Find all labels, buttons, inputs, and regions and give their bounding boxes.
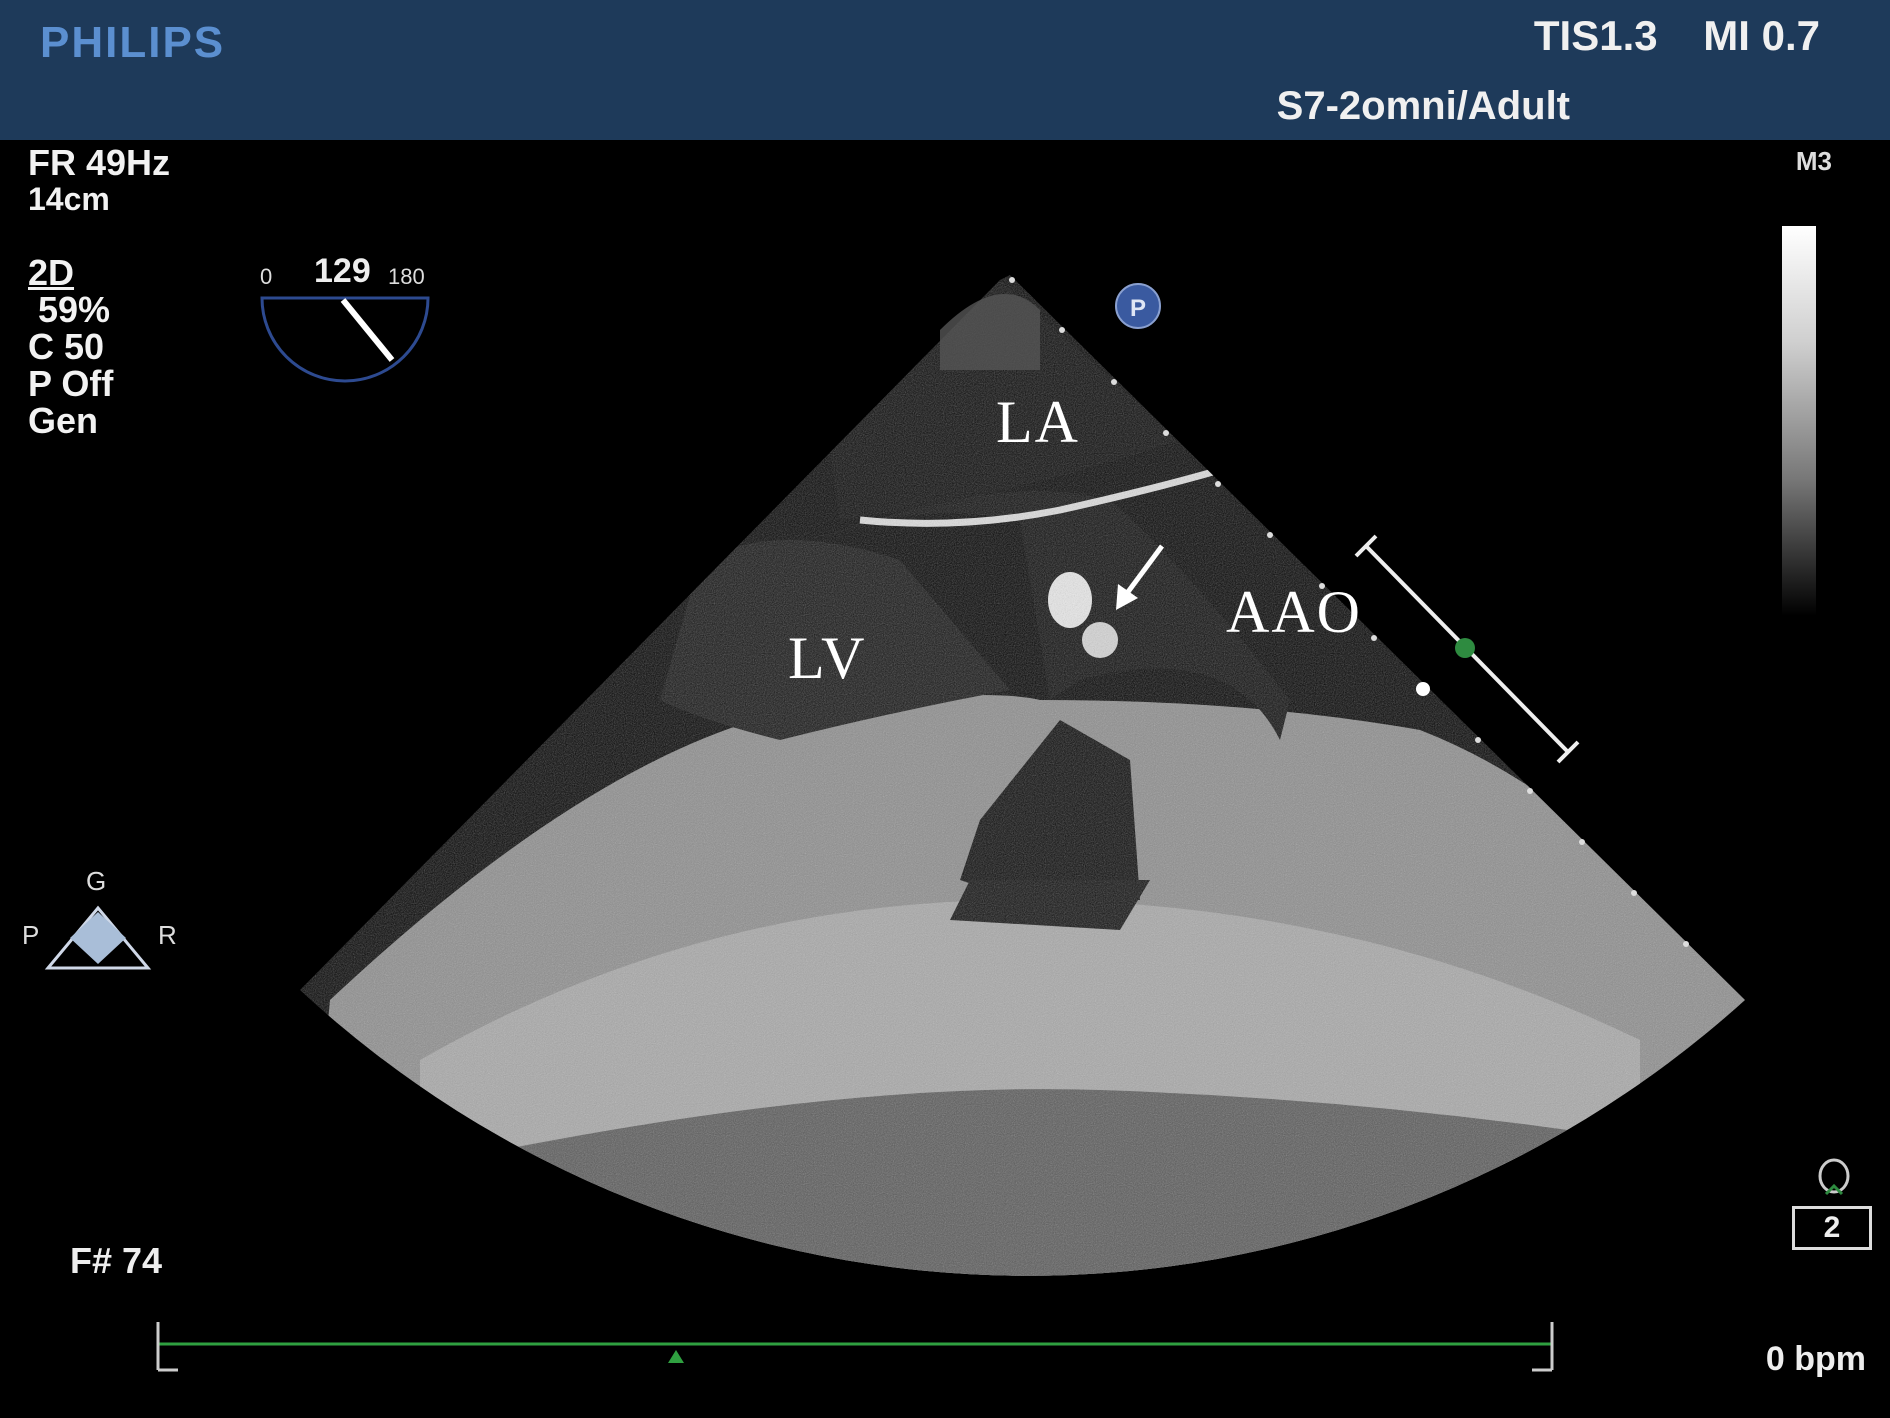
ultrasound-image: P	[44, 275, 1850, 1372]
angle-value: 129	[314, 252, 371, 290]
angle-gauge	[260, 296, 430, 383]
persistence: P Off	[28, 363, 114, 404]
p-marker-icon: P	[1115, 283, 1161, 329]
label-lv: LV	[788, 625, 867, 691]
preset: Gen	[28, 400, 99, 441]
svg-text:P: P	[1130, 295, 1146, 322]
label-aao: AAO	[1226, 579, 1362, 645]
heart-rate: 0 bpm	[1765, 1340, 1866, 1378]
depth: 14cm	[28, 181, 110, 217]
imaging-settings: FR 49Hz 14cm 2D 59% C 50 P Off Gen	[28, 144, 170, 439]
angle-min: 0	[260, 264, 273, 289]
gain: 59%	[38, 289, 111, 330]
beat-count: 2	[1792, 1206, 1872, 1250]
compression: C 50	[28, 326, 105, 367]
frame-number: F# 74	[70, 1240, 163, 1281]
angle-max: 180	[388, 264, 425, 289]
frame-rate: FR 49Hz	[28, 142, 171, 183]
label-la: LA	[996, 389, 1080, 455]
ecg-trace	[156, 1322, 1554, 1372]
mode-2d: 2D	[28, 252, 75, 293]
grayscale-bar	[1782, 226, 1816, 616]
map-label: M3	[1795, 146, 1832, 176]
heart-cycle-icon	[1818, 1158, 1850, 1196]
orientation-p: P	[22, 920, 40, 950]
orientation-r: R	[158, 920, 177, 950]
orientation-icon	[44, 905, 152, 970]
orientation-g: G	[86, 866, 107, 896]
